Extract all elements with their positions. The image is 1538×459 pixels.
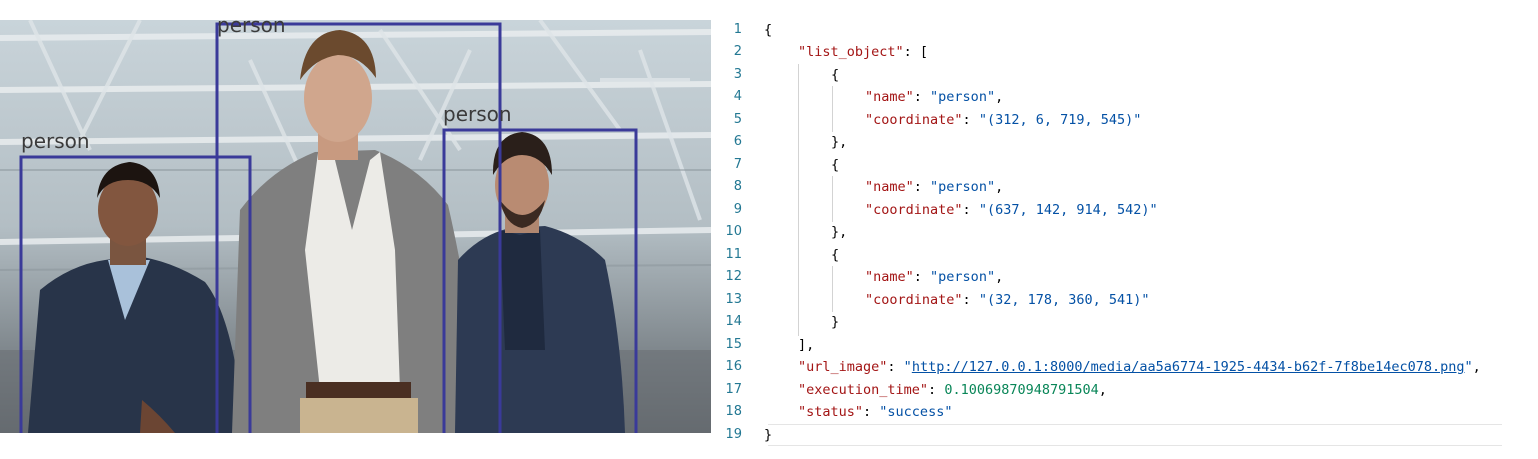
json-string: "person" [930, 89, 996, 105]
json-key: "coordinate" [865, 202, 963, 218]
json-string: "(32, 178, 360, 541)" [978, 292, 1150, 308]
code-line[interactable]: { [831, 244, 839, 266]
code-line[interactable]: "url_image": "http://127.0.0.1:8000/medi… [798, 356, 1481, 378]
detection-image [0, 20, 711, 433]
line-number: 18 [725, 404, 742, 419]
indent-guide [832, 266, 833, 312]
line-number: 1 [733, 22, 742, 37]
indent-guide [832, 176, 833, 222]
json-key: "url_image" [798, 359, 888, 375]
json-string: "(637, 142, 914, 542)" [978, 202, 1158, 218]
json-key: "status" [798, 404, 864, 420]
json-key: "name" [865, 179, 914, 195]
line-number: 17 [725, 382, 742, 397]
code-line[interactable]: "status": "success" [798, 401, 952, 423]
json-string: "person" [930, 269, 996, 285]
code-line[interactable]: "name": "person", [865, 266, 1003, 288]
code-line[interactable]: { [764, 19, 772, 41]
code-line[interactable]: }, [831, 221, 847, 243]
scene-illustration [0, 20, 711, 433]
json-key: "coordinate" [865, 292, 963, 308]
line-number: 10 [725, 224, 742, 239]
json-key: "execution_time" [798, 382, 929, 398]
code-line[interactable]: "name": "person", [865, 86, 1003, 108]
line-number: 11 [725, 247, 742, 262]
current-line-highlight [768, 424, 1502, 446]
code-line[interactable]: "execution_time": 0.10069870948791504, [798, 379, 1107, 401]
code-line[interactable]: "coordinate": "(312, 6, 719, 545)" [865, 109, 1141, 131]
line-number: 4 [733, 89, 742, 104]
line-number: 5 [733, 112, 742, 127]
code-line[interactable]: "list_object": [ [798, 41, 928, 63]
code-line[interactable]: "name": "person", [865, 176, 1003, 198]
url-image-link[interactable]: http://127.0.0.1:8000/media/aa5a6774-192… [912, 359, 1465, 375]
code-line[interactable]: } [831, 311, 839, 333]
json-number: 0.10069870948791504 [944, 382, 1099, 398]
line-number: 6 [733, 134, 742, 149]
line-number: 19 [725, 427, 742, 442]
json-string: "success" [879, 404, 953, 420]
line-number: 13 [725, 292, 742, 307]
code-line[interactable]: { [831, 154, 839, 176]
detection-label-middle: person [217, 13, 286, 37]
line-number: 14 [725, 314, 742, 329]
code-line[interactable]: ], [798, 334, 814, 356]
line-number: 7 [733, 157, 742, 172]
json-key: "name" [865, 89, 914, 105]
line-number: 8 [733, 179, 742, 194]
indent-guide [832, 86, 833, 132]
line-number: 15 [725, 337, 742, 352]
code-line[interactable]: } [764, 424, 772, 446]
line-number: 9 [733, 202, 742, 217]
detection-label-left: person [21, 129, 90, 153]
line-number: 3 [733, 67, 742, 82]
json-string: "(312, 6, 719, 545)" [978, 112, 1142, 128]
code-line[interactable]: "coordinate": "(637, 142, 914, 542)" [865, 199, 1158, 221]
line-number: 12 [725, 269, 742, 284]
line-number: 2 [733, 44, 742, 59]
code-line[interactable]: "coordinate": "(32, 178, 360, 541)" [865, 289, 1150, 311]
code-line[interactable]: { [831, 64, 839, 86]
code-line[interactable]: }, [831, 131, 847, 153]
json-string: "person" [930, 179, 996, 195]
indent-guide [798, 64, 799, 336]
line-number: 16 [725, 359, 742, 374]
json-key: "list_object" [798, 44, 904, 60]
detection-label-right: person [443, 102, 512, 126]
json-key: "coordinate" [865, 112, 963, 128]
json-key: "name" [865, 269, 914, 285]
